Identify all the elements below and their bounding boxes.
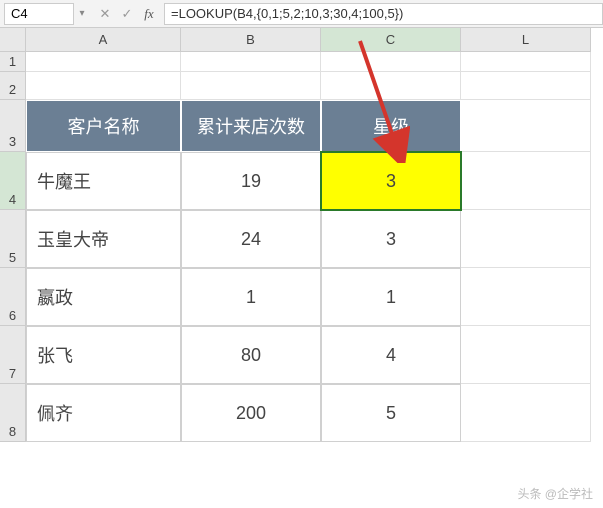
column-headers: A B C L — [26, 28, 591, 52]
cell-visits[interactable]: 200 — [181, 384, 321, 442]
select-all-corner[interactable] — [0, 28, 26, 52]
cells-area: 客户名称 累计来店次数 星级 牛魔王 19 3 玉皇大帝 24 3 嬴政 1 1… — [26, 52, 591, 442]
cell-name[interactable]: 张飞 — [26, 326, 181, 384]
cell-l4[interactable] — [461, 152, 591, 210]
cell-name[interactable]: 牛魔王 — [26, 152, 181, 210]
row-header-1[interactable]: 1 — [0, 52, 26, 72]
table-header-name[interactable]: 客户名称 — [26, 100, 181, 152]
formula-bar-buttons: ✕ ✓ fx — [90, 6, 164, 22]
cell-b2[interactable] — [181, 72, 321, 100]
cell-l8[interactable] — [461, 384, 591, 442]
cell-visits[interactable]: 80 — [181, 326, 321, 384]
row-header-7[interactable]: 7 — [0, 326, 26, 384]
row-header-3[interactable]: 3 — [0, 100, 26, 152]
spreadsheet-grid: A B C L 1 2 3 4 5 6 7 8 客户名称 累计来店次 — [0, 28, 603, 508]
table-row: 张飞 80 4 — [26, 326, 591, 384]
col-header-a[interactable]: A — [26, 28, 181, 52]
table-row: 佩齐 200 5 — [26, 384, 591, 442]
cell-stars-selected[interactable]: 3 — [321, 152, 461, 210]
cell-name[interactable]: 玉皇大帝 — [26, 210, 181, 268]
cell-c2[interactable] — [321, 72, 461, 100]
formula-text: =LOOKUP(B4,{0,1;5,2;10,3;30,4;100,5}) — [171, 6, 403, 21]
watermark: 头条 @企学社 — [517, 485, 593, 502]
cell-l7[interactable] — [461, 326, 591, 384]
formula-input[interactable]: =LOOKUP(B4,{0,1;5,2;10,3;30,4;100,5}) — [164, 3, 603, 25]
cell-l5[interactable] — [461, 210, 591, 268]
cell-stars[interactable]: 5 — [321, 384, 461, 442]
table-header-visits[interactable]: 累计来店次数 — [181, 100, 321, 152]
col-header-b[interactable]: B — [181, 28, 321, 52]
cell-l3[interactable] — [461, 100, 591, 152]
name-box-dropdown-icon[interactable]: ▾ — [74, 8, 90, 19]
cell-a2[interactable] — [26, 72, 181, 100]
row-header-2[interactable]: 2 — [0, 72, 26, 100]
cell-name[interactable]: 佩齐 — [26, 384, 181, 442]
cell-reference: C4 — [11, 6, 28, 21]
cell-l6[interactable] — [461, 268, 591, 326]
cell-name[interactable]: 嬴政 — [26, 268, 181, 326]
cell-l2[interactable] — [461, 72, 591, 100]
row-header-6[interactable]: 6 — [0, 268, 26, 326]
cancel-icon[interactable]: ✕ — [98, 6, 112, 22]
cell-c1[interactable] — [321, 52, 461, 72]
row-header-8[interactable]: 8 — [0, 384, 26, 442]
cell-visits[interactable]: 24 — [181, 210, 321, 268]
table-row: 嬴政 1 1 — [26, 268, 591, 326]
col-header-l[interactable]: L — [461, 28, 591, 52]
table-row: 玉皇大帝 24 3 — [26, 210, 591, 268]
cell-visits[interactable]: 19 — [181, 152, 321, 210]
table-row: 牛魔王 19 3 — [26, 152, 591, 210]
name-box[interactable]: C4 — [4, 3, 74, 25]
confirm-icon[interactable]: ✓ — [120, 6, 134, 22]
row-header-5[interactable]: 5 — [0, 210, 26, 268]
cell-visits[interactable]: 1 — [181, 268, 321, 326]
fx-icon[interactable]: fx — [142, 6, 156, 22]
row-headers: 1 2 3 4 5 6 7 8 — [0, 52, 26, 442]
cell-stars[interactable]: 3 — [321, 210, 461, 268]
formula-bar: C4 ▾ ✕ ✓ fx =LOOKUP(B4,{0,1;5,2;10,3;30,… — [0, 0, 603, 28]
cell-stars[interactable]: 4 — [321, 326, 461, 384]
cell-stars[interactable]: 1 — [321, 268, 461, 326]
row-header-4[interactable]: 4 — [0, 152, 26, 210]
table-header-stars[interactable]: 星级 — [321, 100, 461, 152]
cell-a1[interactable] — [26, 52, 181, 72]
cell-b1[interactable] — [181, 52, 321, 72]
col-header-c[interactable]: C — [321, 28, 461, 52]
cell-l1[interactable] — [461, 52, 591, 72]
